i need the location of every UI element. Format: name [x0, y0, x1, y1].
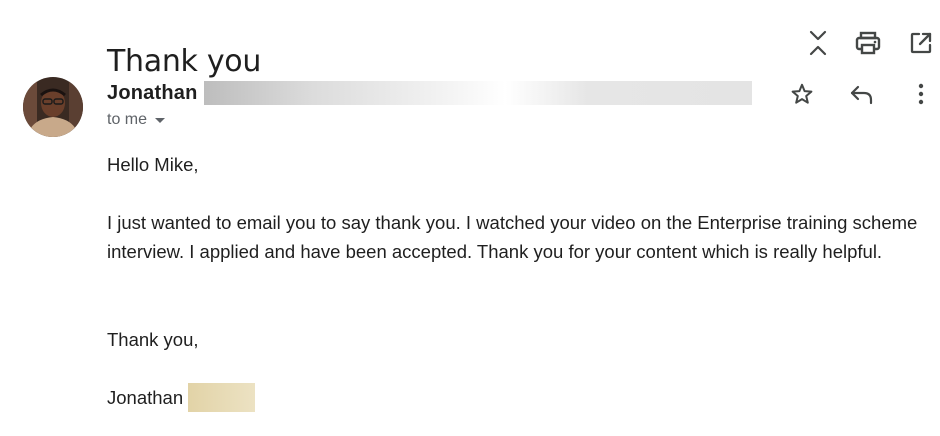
email-closing: Thank you, [107, 329, 199, 350]
recipient-details-toggle[interactable]: to me [107, 111, 166, 129]
more-vert-icon [917, 83, 925, 105]
signature-redaction [188, 383, 256, 412]
sender-line: Jonathan [107, 80, 752, 106]
star-button[interactable] [787, 79, 817, 109]
caret-down-icon [155, 118, 166, 123]
sender-email-redaction [203, 81, 752, 105]
email-signature: Jonathan [107, 383, 256, 412]
reply-button[interactable] [847, 79, 877, 109]
sender-avatar[interactable] [23, 77, 83, 137]
more-options-button[interactable] [906, 79, 936, 109]
email-paragraph: I just wanted to email you to say thank … [107, 212, 918, 262]
open-in-new-window-icon [909, 31, 933, 55]
print-icon [855, 31, 881, 55]
collapse-all-button[interactable] [803, 28, 833, 58]
email-greeting: Hello Mike, [107, 154, 199, 175]
reply-icon [849, 83, 875, 105]
star-icon [790, 82, 814, 106]
open-in-new-window-button[interactable] [906, 28, 936, 58]
print-button[interactable] [853, 28, 883, 58]
recipient-label: to me [107, 111, 148, 128]
collapse-all-icon [808, 29, 828, 57]
email-subject: Thank you [107, 44, 262, 80]
sender-name[interactable]: Jonathan [107, 82, 198, 105]
signature-name: Jonathan [107, 387, 184, 408]
